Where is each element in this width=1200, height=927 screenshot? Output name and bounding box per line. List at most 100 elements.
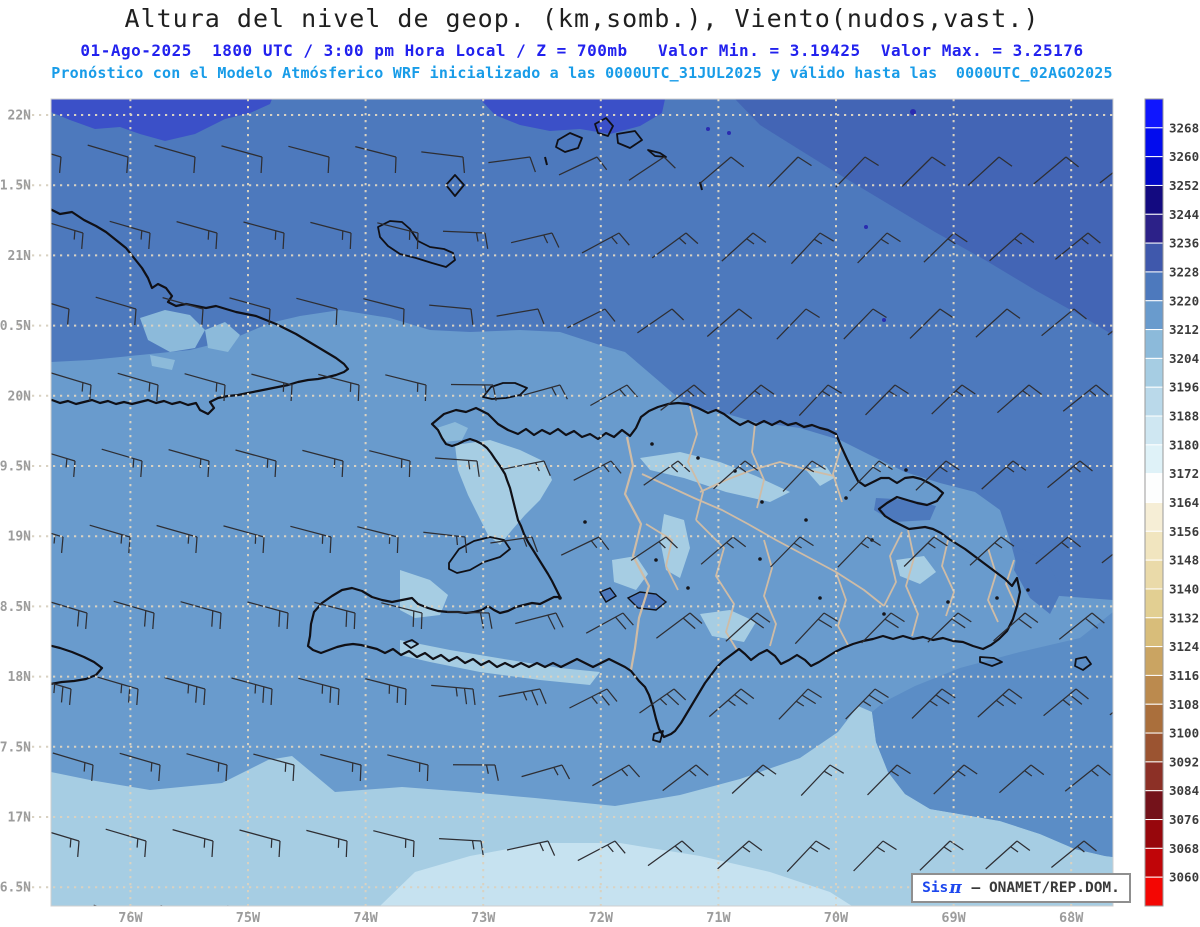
colorbar-cell (1144, 646, 1164, 676)
wind-barb (27, 905, 67, 927)
watermark-text: – ONAMET/REP.DOM. (962, 880, 1120, 896)
colorbar-cell (1144, 213, 1164, 244)
colorbar-label: 3100 (1169, 726, 1199, 741)
colorbar-cell (1144, 847, 1164, 878)
y-axis-label: 6.5N (0, 881, 31, 896)
colorbar-cell (1144, 386, 1164, 417)
colorbar-cell (1144, 761, 1164, 792)
city-dot (583, 520, 587, 524)
city-dot (1026, 588, 1030, 592)
city-dot (650, 442, 654, 446)
colorbar-label: 3132 (1169, 610, 1199, 625)
contour-speck (864, 225, 868, 229)
y-axis-label: 0.5N (0, 319, 31, 334)
contour-speck (727, 131, 731, 135)
colorbar-label: 3228 (1169, 264, 1199, 279)
colorbar-label: 3116 (1169, 668, 1199, 683)
colorbar-label: 3188 (1169, 409, 1199, 424)
y-axis-label: 7.5N (0, 740, 31, 755)
x-axis-label: 75W (236, 910, 261, 926)
colorbar-cell (1144, 444, 1164, 475)
colorbar: 3268 3260 3252 3244 3236 3228 3220 3212 3204 3196… (1144, 98, 1199, 907)
city-dot (686, 586, 690, 590)
y-axis-label: 22N (8, 109, 32, 124)
colorbar-cell (1144, 156, 1164, 186)
wind-barb (495, 917, 542, 927)
colorbar-label: 3060 (1169, 870, 1199, 885)
x-axis-label: 71W (706, 910, 731, 926)
city-dot (818, 596, 822, 600)
colorbar-label: 3236 (1169, 236, 1199, 251)
colorbar-cell (1144, 271, 1164, 302)
y-axis-label: 20N (8, 389, 32, 404)
colorbar-label: 3260 (1169, 149, 1199, 164)
y-axis-label: 9.5N (0, 460, 31, 475)
city-dot (804, 518, 808, 522)
wind-barb (294, 905, 296, 906)
city-dot (995, 596, 999, 600)
colorbar-label: 3092 (1169, 754, 1199, 769)
colorbar-label: 3076 (1169, 812, 1199, 827)
wind-barb (974, 917, 1018, 927)
colorbar-cell (1144, 876, 1164, 907)
colorbar-cell (1144, 617, 1164, 648)
colorbar-cell (1144, 502, 1164, 532)
y-axis-label: 1.5N (0, 179, 31, 194)
city-dot (758, 557, 762, 561)
city-dot (654, 558, 658, 562)
y-axis-label: 8.5N (0, 600, 31, 615)
colorbar-cell (1144, 329, 1164, 359)
colorbar-cell (1144, 588, 1164, 619)
contour-speck (706, 127, 710, 131)
colorbar-cell (1144, 790, 1164, 821)
colorbar-label: 3164 (1169, 495, 1199, 510)
city-dot (760, 500, 764, 504)
colorbar-label: 3220 (1169, 293, 1199, 308)
colorbar-label: 3124 (1169, 639, 1199, 654)
x-axis-label: 72W (589, 910, 614, 926)
city-dot (882, 612, 886, 616)
map-layers (27, 99, 1151, 927)
city-dot (904, 468, 908, 472)
colorbar-cell (1144, 530, 1164, 561)
contour-speck (882, 318, 886, 322)
colorbar-cell (1144, 732, 1164, 763)
city-dot (946, 600, 950, 604)
colorbar-cell (1144, 559, 1164, 590)
watermark-brand: Sis (922, 880, 949, 896)
colorbar-cell (1144, 300, 1164, 331)
colorbar-cell (1144, 415, 1164, 446)
city-dot (696, 456, 700, 460)
colorbar-label: 3268 (1169, 120, 1199, 135)
colorbar-cell (1144, 674, 1164, 705)
colorbar-cell (1144, 98, 1164, 129)
city-dot (844, 496, 848, 500)
x-axis-label: 70W (824, 910, 849, 926)
city-dot (558, 596, 562, 600)
x-axis-label: 73W (471, 910, 496, 926)
wind-barb (160, 904, 165, 906)
colorbar-cell (1144, 357, 1164, 388)
colorbar-label: 3148 (1169, 553, 1199, 568)
colorbar-label: 3196 (1169, 380, 1199, 395)
colorbar-label: 3180 (1169, 437, 1199, 452)
colorbar-label: 3244 (1169, 207, 1199, 222)
y-axis-label: 18N (8, 670, 32, 685)
colorbar-cell (1144, 819, 1164, 849)
x-axis-label: 68W (1059, 910, 1084, 926)
x-axis-label: 76W (118, 910, 143, 926)
y-axis-label: 19N (8, 530, 32, 545)
colorbar-label: 3140 (1169, 581, 1199, 596)
y-axis-label: 17N (8, 811, 32, 826)
colorbar-label: 3204 (1169, 351, 1199, 366)
x-axis-label: 74W (353, 910, 378, 926)
colorbar-label: 3172 (1169, 466, 1199, 481)
colorbar-label: 3156 (1169, 524, 1199, 539)
watermark-box: Sis π – ONAMET/REP.DOM. (911, 873, 1131, 903)
wind-barb (775, 917, 818, 927)
x-axis-label: 69W (941, 910, 966, 926)
wind-barb (1106, 917, 1151, 927)
colorbar-cell (1144, 184, 1164, 215)
colorbar-label: 3108 (1169, 697, 1199, 712)
colorbar-cell (1144, 703, 1164, 734)
